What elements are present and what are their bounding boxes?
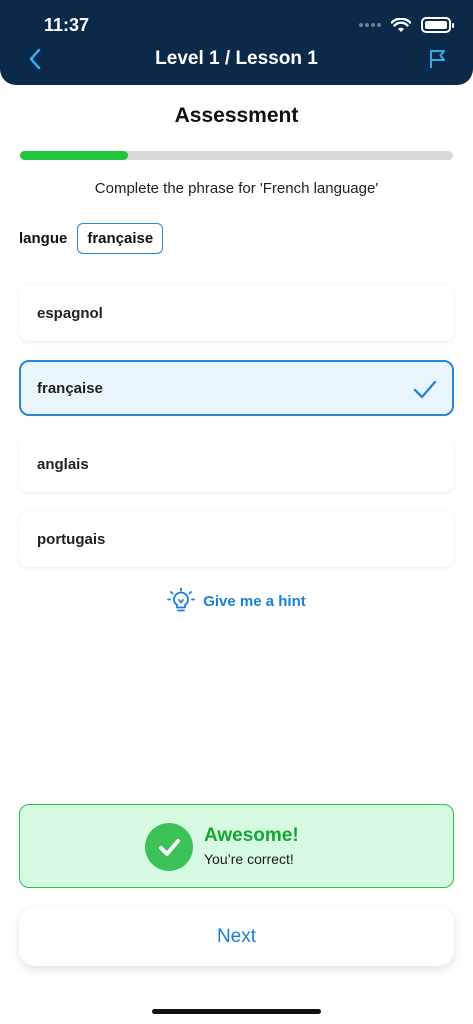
feedback-title: Awesome! xyxy=(204,825,299,846)
question-prompt: Complete the phrase for 'French language… xyxy=(94,180,379,197)
option-espagnol[interactable]: espagnol xyxy=(19,285,454,341)
phrase-row: langue française xyxy=(19,223,164,254)
battery-icon xyxy=(421,17,454,33)
status-time: 11:37 xyxy=(44,15,90,35)
next-button[interactable]: Next xyxy=(19,907,454,966)
hint-label: Give me a hint xyxy=(203,592,306,610)
option-label: portugais xyxy=(37,530,106,548)
assessment-title: Assessment xyxy=(174,104,299,127)
flag-icon xyxy=(430,50,445,68)
wifi-icon xyxy=(391,17,411,32)
status-icons xyxy=(359,14,454,36)
report-flag-button[interactable] xyxy=(427,47,449,71)
checkmark-icon xyxy=(413,380,437,399)
lesson-progress-bar xyxy=(20,151,453,160)
cellular-signal-icon xyxy=(359,23,381,27)
success-check-icon xyxy=(145,823,193,871)
lesson-title: Level 1 / Lesson 1 xyxy=(155,48,318,69)
feedback-subtitle: You’re correct! xyxy=(204,851,294,867)
option-anglais[interactable]: anglais xyxy=(19,436,454,492)
answer-slot[interactable]: française xyxy=(77,223,164,254)
option-portugais[interactable]: portugais xyxy=(19,511,454,567)
home-indicator xyxy=(152,1009,321,1014)
option-label: française xyxy=(37,379,103,397)
option-francaise[interactable]: française xyxy=(19,360,454,416)
top-header: 11:37 Level 1 / Lesson 1 xyxy=(0,0,473,85)
progress-fill xyxy=(20,151,129,160)
phrase-word: langue xyxy=(19,230,68,247)
option-label: espagnol xyxy=(37,304,103,322)
feedback-banner: Awesome! You’re correct! xyxy=(19,804,454,888)
option-label: anglais xyxy=(37,455,89,473)
lightbulb-icon xyxy=(167,587,196,612)
hint-button[interactable]: Give me a hint xyxy=(0,587,473,615)
